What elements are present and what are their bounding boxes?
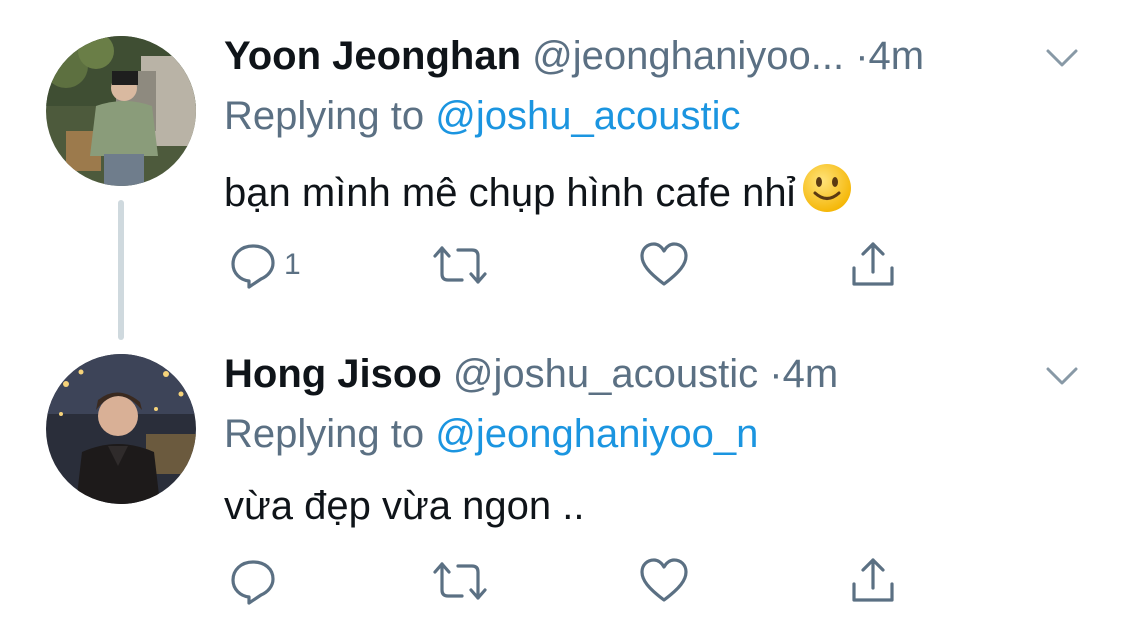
replying-to: Replying to @jeonghaniyoo_n: [224, 410, 758, 458]
chevron-down-icon[interactable]: [1042, 44, 1082, 72]
retweet-button[interactable]: [432, 556, 488, 606]
avatar[interactable]: [46, 36, 196, 186]
timestamp[interactable]: 4m: [783, 352, 839, 396]
display-name[interactable]: Hong Jisoo: [224, 352, 442, 396]
tweet-2[interactable]: Hong Jisoo @joshu_acoustic ·4m Replying …: [0, 320, 1125, 630]
replying-to-handle[interactable]: @jeonghaniyoo_n: [435, 412, 758, 456]
retweet-button[interactable]: [432, 240, 488, 290]
replying-to-handle[interactable]: @joshu_acoustic: [435, 94, 740, 138]
reply-icon: [231, 560, 275, 605]
tweet-header: Hong Jisoo @joshu_acoustic ·4m: [224, 350, 838, 398]
separator-dot: ·: [769, 352, 783, 396]
tweet-text: bạn mình mê chụp hình cafe nhỉ: [224, 162, 853, 219]
timestamp[interactable]: 4m: [869, 34, 925, 78]
retweet-icon: [433, 562, 487, 600]
reply-button[interactable]: 1: [228, 240, 301, 290]
replying-to-label: Replying to: [224, 94, 425, 138]
display-name[interactable]: Yoon Jeonghan: [224, 34, 521, 78]
replying-to: Replying to @joshu_acoustic: [224, 92, 740, 140]
like-button[interactable]: [638, 240, 690, 290]
retweet-icon: [433, 246, 487, 284]
chevron-down-icon[interactable]: [1042, 362, 1082, 390]
slightly-smiling-face-icon: [803, 164, 852, 212]
reply-button[interactable]: [228, 556, 284, 606]
like-icon: [640, 558, 688, 602]
like-icon: [640, 242, 688, 286]
tweet-1[interactable]: Yoon Jeonghan @jeonghaniyoo... ·4m Reply…: [0, 0, 1125, 320]
user-handle[interactable]: @joshu_acoustic: [453, 352, 758, 396]
tweet-text-content: vừa đẹp vừa ngon ..: [224, 484, 585, 528]
replying-to-label: Replying to: [224, 412, 425, 456]
tweet-text: vừa đẹp vừa ngon ..: [224, 480, 584, 532]
avatar[interactable]: [46, 354, 196, 504]
reply-icon: [231, 244, 275, 289]
share-button[interactable]: [848, 556, 898, 606]
separator-dot: ·: [855, 34, 869, 78]
like-button[interactable]: [638, 556, 690, 606]
user-handle[interactable]: @jeonghaniyoo...: [532, 34, 844, 78]
tweet-actions: [224, 556, 924, 606]
share-button[interactable]: [848, 240, 898, 290]
tweet-header: Yoon Jeonghan @jeonghaniyoo... ·4m: [224, 32, 924, 80]
share-icon: [852, 558, 894, 602]
tweet-actions: 1: [224, 240, 924, 290]
reply-count: 1: [284, 248, 301, 281]
tweet-text-content: bạn mình mê chụp hình cafe nhỉ: [224, 171, 796, 215]
share-icon: [852, 242, 894, 286]
